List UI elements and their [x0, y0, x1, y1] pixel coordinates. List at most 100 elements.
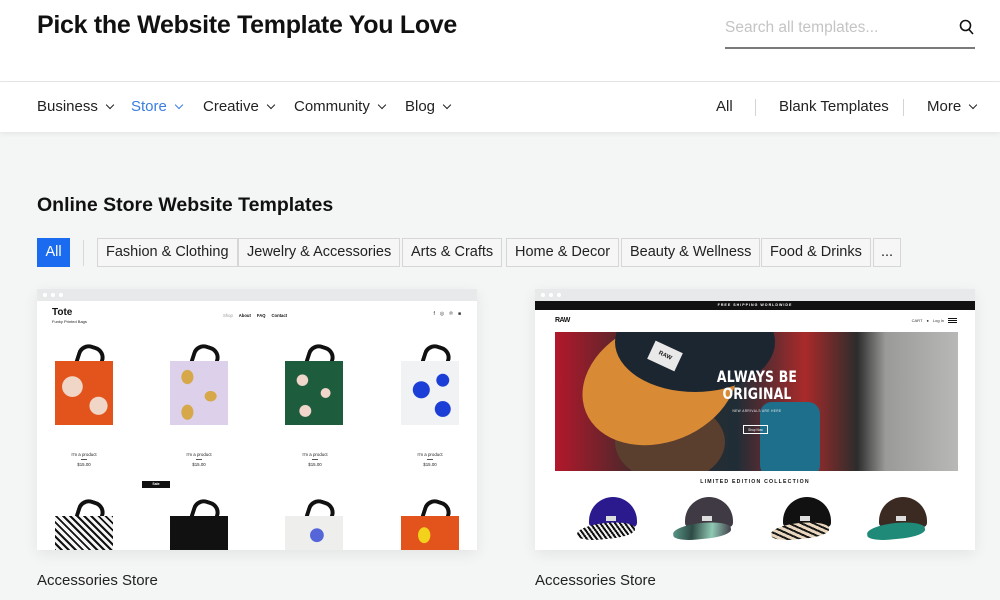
product-info: I'm a product $15.00 — [159, 452, 239, 467]
chevron-down-icon — [442, 100, 452, 109]
product-name: I'm a product — [302, 452, 328, 457]
product-name: I'm a product — [71, 452, 97, 457]
preview-hero-image: RAW ALWAYS BE ORIGINAL NEW ARRIVALS ARE … — [555, 332, 958, 471]
product-price: $15.00 — [308, 461, 322, 467]
search-icon[interactable] — [959, 18, 975, 36]
nav-creative[interactable]: Creative — [203, 98, 276, 115]
instagram-icon: ◎ — [439, 311, 445, 317]
nav-label: Creative — [203, 98, 259, 115]
preview-logo: Tote — [52, 307, 73, 318]
preview-cart: CART — [911, 318, 923, 323]
nav-more[interactable]: More — [927, 98, 978, 115]
chevron-down-icon — [968, 100, 978, 109]
preview-hero-title: ALWAYS BE ORIGINAL — [716, 368, 797, 402]
hero-title-line: ORIGINAL — [722, 384, 792, 403]
nav-divider — [755, 99, 756, 116]
product-image-banana-tote — [401, 496, 459, 550]
product-name: I'm a product — [417, 452, 443, 457]
filter-all[interactable]: All — [37, 238, 70, 267]
product-info: I'm a product $15.00 — [44, 452, 124, 467]
search-box — [725, 14, 975, 49]
preview-menu-item: Shop — [223, 313, 233, 318]
preview-menu-item: About — [238, 313, 251, 318]
product-image-brown-cap — [866, 497, 927, 542]
preview-tagline: Funky Printed Bags — [52, 319, 87, 324]
filter-arts-crafts[interactable]: Arts & Crafts — [402, 238, 503, 267]
product-price: $15.00 — [423, 461, 437, 467]
product-image-blue-tote — [401, 341, 459, 425]
user-icon: ● — [926, 318, 929, 323]
filter-beauty-wellness[interactable]: Beauty & Wellness — [621, 238, 761, 267]
filter-more[interactable]: ... — [873, 238, 901, 267]
nav-label: Store — [131, 98, 167, 115]
product-image-grey-cap — [672, 497, 733, 542]
header: Pick the Website Template You Love — [0, 0, 1000, 82]
preview-shipping-banner: FREE SHIPPING WORLDWIDE — [535, 301, 975, 310]
chevron-down-icon — [105, 100, 115, 109]
page-title: Pick the Website Template You Love — [37, 11, 458, 39]
template-name[interactable]: Accessories Store — [535, 572, 656, 589]
preview-social-icons: f ◎ ℗ ■ — [434, 311, 461, 317]
preview-header: RAW CART ● Log In — [535, 310, 975, 332]
product-image-orange-tote — [55, 341, 113, 425]
hero-title-line: ALWAYS BE — [716, 367, 798, 386]
filter-fashion-clothing[interactable]: Fashion & Clothing — [97, 238, 238, 267]
preview-shop-now-button: Shop Now — [743, 425, 768, 434]
chevron-down-icon — [174, 100, 184, 109]
nav-community[interactable]: Community — [294, 98, 387, 115]
product-info: I'm a product $15.00 — [390, 452, 470, 467]
facebook-icon: f — [433, 311, 435, 317]
chevron-down-icon — [266, 100, 276, 109]
chevron-down-icon — [377, 100, 387, 109]
bag-icon: ■ — [457, 311, 461, 317]
menu-icon — [948, 318, 957, 323]
nav-label: Community — [294, 98, 370, 115]
preview-menu-item: FAQ — [256, 313, 266, 318]
nav-all[interactable]: All — [716, 98, 733, 115]
category-nav: Business Store Creative Community Blog A… — [0, 82, 1000, 132]
product-image-lemon-tote — [170, 341, 228, 425]
filter-home-decor[interactable]: Home & Decor — [506, 238, 620, 267]
template-card-tote[interactable]: Tote Funky Printed Bags Shop About FAQ C… — [37, 289, 477, 550]
template-name[interactable]: Accessories Store — [37, 572, 158, 589]
product-image-black-cap — [770, 497, 831, 542]
window-dots-icon — [43, 293, 63, 297]
nav-business[interactable]: Business — [37, 98, 115, 115]
search-input[interactable] — [725, 14, 945, 42]
filter-divider — [83, 240, 84, 266]
product-info: I'm a product $15.00 — [275, 452, 355, 467]
window-dots-icon — [541, 293, 561, 297]
product-price: $15.00 — [77, 461, 91, 467]
product-name: I'm a product — [186, 452, 212, 457]
product-price: $15.00 — [192, 461, 206, 467]
nav-label: Blog — [405, 98, 436, 115]
product-image-purple-cap — [576, 497, 637, 542]
nav-divider — [903, 99, 904, 116]
product-image-hands-tote — [285, 341, 343, 425]
product-image-doodle-tote — [285, 496, 343, 550]
preview-hero-subtitle: NEW ARRIVALS ARE HERE — [732, 409, 782, 413]
nav-label: Blank Templates — [779, 98, 889, 115]
browser-bar — [37, 289, 477, 301]
preview-logo: RAW — [555, 317, 570, 324]
filter-food-drinks[interactable]: Food & Drinks — [761, 238, 871, 267]
nav-label: More — [927, 98, 962, 115]
template-card-raw[interactable]: FREE SHIPPING WORLDWIDE RAW CART ● Log I… — [535, 289, 975, 550]
preview-collection-title: LIMITED EDITION COLLECTION — [700, 479, 810, 485]
browser-bar — [535, 289, 975, 301]
pinterest-icon: ℗ — [449, 311, 453, 317]
product-image-cactus-tote — [170, 496, 228, 550]
preview-login: Log In — [932, 318, 944, 323]
preview-header: Tote Funky Printed Bags Shop About FAQ C… — [37, 301, 477, 331]
nav-store[interactable]: Store — [131, 98, 184, 115]
nav-label: All — [716, 98, 733, 115]
preview-header-actions: CART ● Log In — [912, 318, 957, 323]
nav-label: Business — [37, 98, 98, 115]
filter-jewelry-accessories[interactable]: Jewelry & Accessories — [238, 238, 401, 267]
preview-menu: Shop About FAQ Contact — [223, 313, 287, 318]
nav-blog[interactable]: Blog — [405, 98, 452, 115]
section-title: Online Store Website Templates — [37, 194, 334, 216]
nav-blank-templates[interactable]: Blank Templates — [779, 98, 889, 115]
preview-menu-item: Contact — [271, 313, 288, 318]
sale-badge: Sale — [142, 481, 170, 488]
